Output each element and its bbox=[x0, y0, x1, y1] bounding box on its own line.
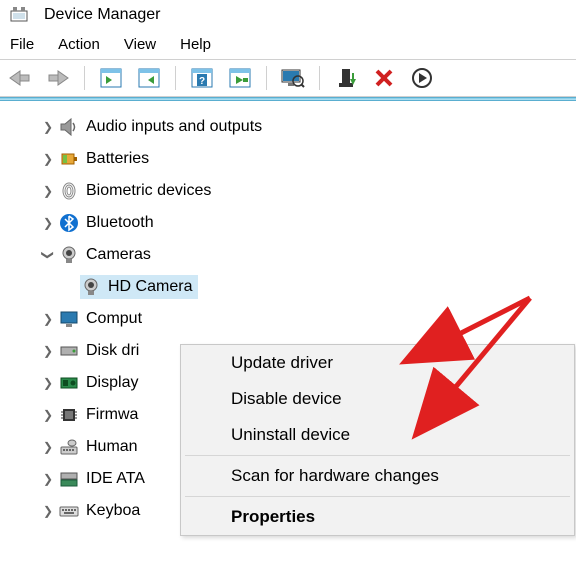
menu-item-properties[interactable]: Properties bbox=[181, 499, 574, 535]
chevron-right-icon[interactable]: ❯ bbox=[38, 344, 58, 358]
chevron-right-icon[interactable]: ❯ bbox=[38, 440, 58, 454]
chevron-right-icon[interactable]: ❯ bbox=[38, 152, 58, 166]
menu-item-scan-hardware[interactable]: Scan for hardware changes bbox=[181, 458, 574, 494]
tree-label: Comput bbox=[86, 310, 142, 328]
titlebar: Device Manager bbox=[0, 0, 576, 30]
tree-label: Bluetooth bbox=[86, 214, 154, 232]
bluetooth-icon bbox=[58, 212, 80, 234]
tree-label: Firmwa bbox=[86, 406, 138, 424]
monitor-scan-icon[interactable] bbox=[279, 64, 307, 92]
scan-hardware-button[interactable] bbox=[226, 64, 254, 92]
tree-node-computer[interactable]: ❯ Comput bbox=[0, 303, 576, 335]
tree-label: Keyboa bbox=[86, 502, 140, 520]
tree-label: Disk dri bbox=[86, 342, 139, 360]
menu-action[interactable]: Action bbox=[58, 36, 100, 53]
show-hide-action-pane-button[interactable] bbox=[135, 64, 163, 92]
tree-label: HD Camera bbox=[108, 278, 192, 296]
menu-separator bbox=[185, 455, 570, 456]
hid-icon bbox=[58, 436, 80, 458]
uninstall-device-icon[interactable] bbox=[370, 64, 398, 92]
tree-node-hd-camera[interactable]: HD Camera bbox=[0, 271, 576, 303]
battery-icon bbox=[58, 148, 80, 170]
chevron-down-icon[interactable]: ❯ bbox=[41, 245, 55, 265]
back-button[interactable] bbox=[6, 64, 34, 92]
camera-icon bbox=[58, 244, 80, 266]
menu-view[interactable]: View bbox=[124, 36, 156, 53]
toolbar-separator bbox=[319, 66, 320, 90]
context-menu: Update driver Disable device Uninstall d… bbox=[180, 344, 575, 536]
menubar: File Action View Help bbox=[0, 30, 576, 59]
tree-label: Audio inputs and outputs bbox=[86, 118, 262, 136]
svg-text:?: ? bbox=[199, 76, 205, 87]
menu-separator bbox=[185, 496, 570, 497]
forward-button[interactable] bbox=[44, 64, 72, 92]
update-driver-icon[interactable] bbox=[332, 64, 360, 92]
camera-icon bbox=[80, 276, 102, 298]
ide-icon bbox=[58, 468, 80, 490]
keyboard-icon bbox=[58, 500, 80, 522]
tree-label: Batteries bbox=[86, 150, 149, 168]
window-title: Device Manager bbox=[44, 6, 161, 24]
help-button[interactable]: ? bbox=[188, 64, 216, 92]
app-icon bbox=[8, 4, 30, 26]
tree-node-biometric[interactable]: ❯ Biometric devices bbox=[0, 175, 576, 207]
chip-icon bbox=[58, 404, 80, 426]
menu-item-uninstall-device[interactable]: Uninstall device bbox=[181, 417, 574, 453]
disable-device-icon[interactable] bbox=[408, 64, 436, 92]
tree-node-bluetooth[interactable]: ❯ Bluetooth bbox=[0, 207, 576, 239]
chevron-right-icon[interactable]: ❯ bbox=[38, 120, 58, 134]
tree-label: Biometric devices bbox=[86, 182, 211, 200]
chevron-right-icon[interactable]: ❯ bbox=[38, 376, 58, 390]
chevron-right-icon[interactable]: ❯ bbox=[38, 408, 58, 422]
tree-label: Human bbox=[86, 438, 138, 456]
fingerprint-icon bbox=[58, 180, 80, 202]
toolbar-separator bbox=[84, 66, 85, 90]
chevron-right-icon[interactable]: ❯ bbox=[38, 472, 58, 486]
menu-item-disable-device[interactable]: Disable device bbox=[181, 381, 574, 417]
tree-label: IDE ATA bbox=[86, 470, 145, 488]
tree-node-audio[interactable]: ❯ Audio inputs and outputs bbox=[0, 111, 576, 143]
chevron-right-icon[interactable]: ❯ bbox=[38, 504, 58, 518]
toolbar-separator bbox=[266, 66, 267, 90]
monitor-icon bbox=[58, 308, 80, 330]
menu-help[interactable]: Help bbox=[180, 36, 211, 53]
menu-file[interactable]: File bbox=[10, 36, 34, 53]
disk-icon bbox=[58, 340, 80, 362]
toolbar-separator bbox=[175, 66, 176, 90]
chevron-right-icon[interactable]: ❯ bbox=[38, 184, 58, 198]
tree-node-batteries[interactable]: ❯ Batteries bbox=[0, 143, 576, 175]
chevron-right-icon[interactable]: ❯ bbox=[38, 216, 58, 230]
tree-label: Display bbox=[86, 374, 138, 392]
tree-label: Cameras bbox=[86, 246, 151, 264]
show-hide-console-tree-button[interactable] bbox=[97, 64, 125, 92]
gpu-icon bbox=[58, 372, 80, 394]
toolbar: ? bbox=[0, 59, 576, 97]
chevron-right-icon[interactable]: ❯ bbox=[38, 312, 58, 326]
speaker-icon bbox=[58, 116, 80, 138]
tree-node-cameras[interactable]: ❯ Cameras bbox=[0, 239, 576, 271]
menu-item-update-driver[interactable]: Update driver bbox=[181, 345, 574, 381]
